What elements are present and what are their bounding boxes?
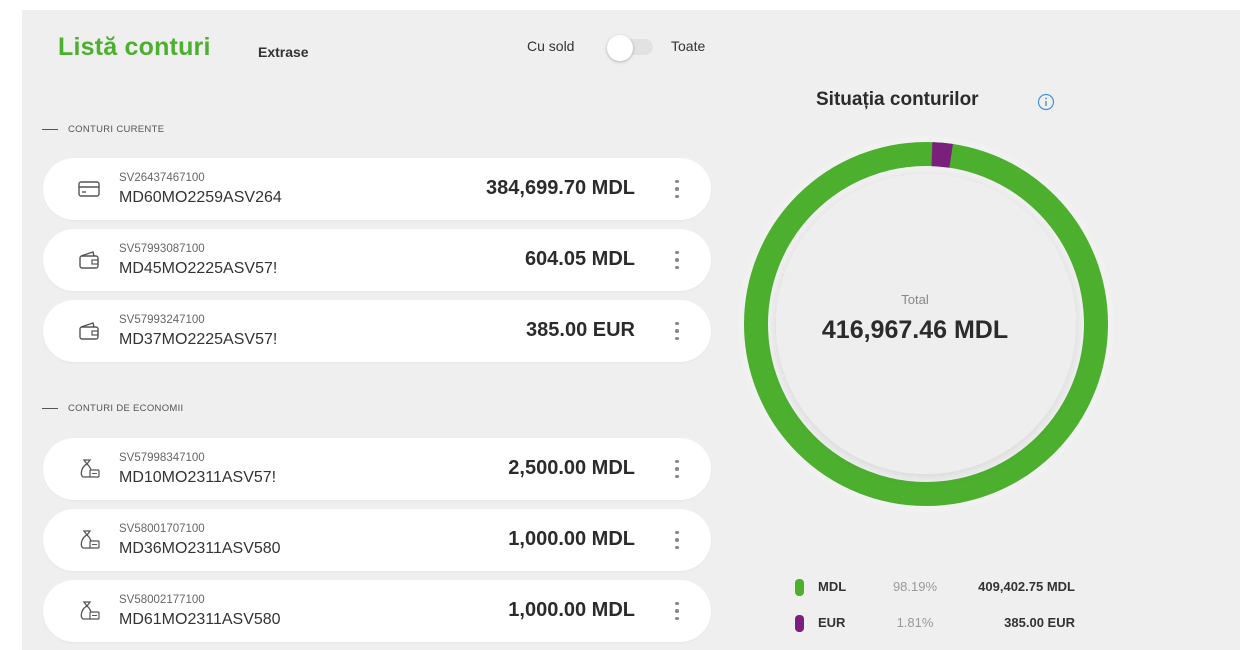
legend-swatch — [795, 615, 804, 632]
legend-amount: 385.00 EUR — [1004, 615, 1075, 630]
total-label: Total — [901, 292, 929, 307]
account-row[interactable]: SV58001707100 MD36MO2311ASV580 1,000.00 … — [43, 509, 711, 571]
money-bag-icon — [80, 459, 100, 478]
section-label-current: CONTURI CURENTE — [42, 124, 164, 135]
account-id: SV26437467100 — [119, 172, 205, 184]
account-id: SV58001707100 — [119, 523, 205, 535]
account-balance: 1,000.00 MDL — [508, 528, 635, 550]
legend-currency: EUR — [818, 615, 846, 630]
account-row[interactable]: SV58002177100 MD61MO2311ASV580 1,000.00 … — [43, 580, 711, 642]
more-options-icon[interactable] — [669, 174, 685, 204]
legend-currency: MDL — [818, 579, 847, 594]
section-label-text: CONTURI DE ECONOMII — [68, 403, 184, 414]
account-balance: 1,000.00 MDL — [508, 599, 635, 621]
wallet-icon — [79, 251, 99, 269]
legend-percent: 1.81% — [896, 615, 934, 630]
account-iban: MD36MO2311ASV580 — [119, 540, 281, 557]
toggle-knob — [607, 35, 633, 61]
account-row[interactable]: SV26437467100 MD60MO2259ASV264 384,699.7… — [43, 158, 711, 220]
account-iban: MD37MO2225ASV57! — [119, 331, 278, 348]
account-balance: 384,699.70 MDL — [486, 177, 635, 199]
account-iban: MD10MO2311ASV57! — [119, 469, 277, 486]
legend-amount: 409,402.75 MDL — [978, 579, 1075, 594]
section-label-text: CONTURI CURENTE — [68, 124, 165, 135]
account-id: SV57998347100 — [119, 452, 205, 464]
page-title: Listă conturi — [58, 33, 211, 61]
more-options-icon[interactable] — [669, 596, 685, 626]
account-iban: MD61MO2311ASV580 — [119, 611, 281, 628]
section-dash — [42, 408, 58, 409]
section-label-savings: CONTURI DE ECONOMII — [42, 403, 183, 414]
account-id: SV58002177100 — [119, 594, 205, 606]
account-iban: MD60MO2259ASV264 — [119, 189, 282, 206]
filter-all-label[interactable]: Toate — [671, 38, 705, 54]
account-balance: 385.00 EUR — [526, 319, 635, 341]
money-bag-icon — [80, 530, 100, 549]
account-id: SV57993087100 — [119, 243, 205, 255]
account-id: SV57993247100 — [119, 314, 205, 326]
account-balance: 2,500.00 MDL — [508, 457, 635, 479]
tab-extrase[interactable]: Extrase — [258, 44, 309, 60]
more-options-icon[interactable] — [669, 525, 685, 555]
legend-item-eur: EUR 1.81% 385.00 EUR — [795, 613, 1095, 633]
more-options-icon[interactable] — [669, 316, 685, 346]
more-options-icon[interactable] — [669, 454, 685, 484]
balance-filter-toggle[interactable] — [605, 35, 655, 61]
account-row[interactable]: SV57993087100 MD45MO2225ASV57! 604.05 MD… — [43, 229, 711, 291]
account-row[interactable]: SV57998347100 MD10MO2311ASV57! 2,500.00 … — [43, 438, 711, 500]
section-dash — [42, 129, 58, 130]
more-options-icon[interactable] — [669, 245, 685, 275]
total-value: 416,967.46 MDL — [821, 316, 1009, 344]
money-bag-icon — [80, 601, 100, 620]
summary-title: Situația conturilor — [816, 89, 979, 110]
filter-with-balance-label[interactable]: Cu sold — [527, 38, 574, 54]
wallet-icon — [79, 322, 99, 340]
account-iban: MD45MO2225ASV57! — [119, 260, 278, 277]
legend-percent: 98.19% — [892, 579, 938, 594]
credit-card-icon — [78, 181, 100, 197]
account-row[interactable]: SV57993247100 MD37MO2225ASV57! 385.00 EU… — [43, 300, 711, 362]
account-balance: 604.05 MDL — [524, 248, 635, 270]
info-icon[interactable] — [1037, 93, 1055, 111]
legend-swatch — [795, 579, 804, 596]
legend-item-mdl: MDL 98.19% 409,402.75 MDL — [795, 577, 1095, 597]
